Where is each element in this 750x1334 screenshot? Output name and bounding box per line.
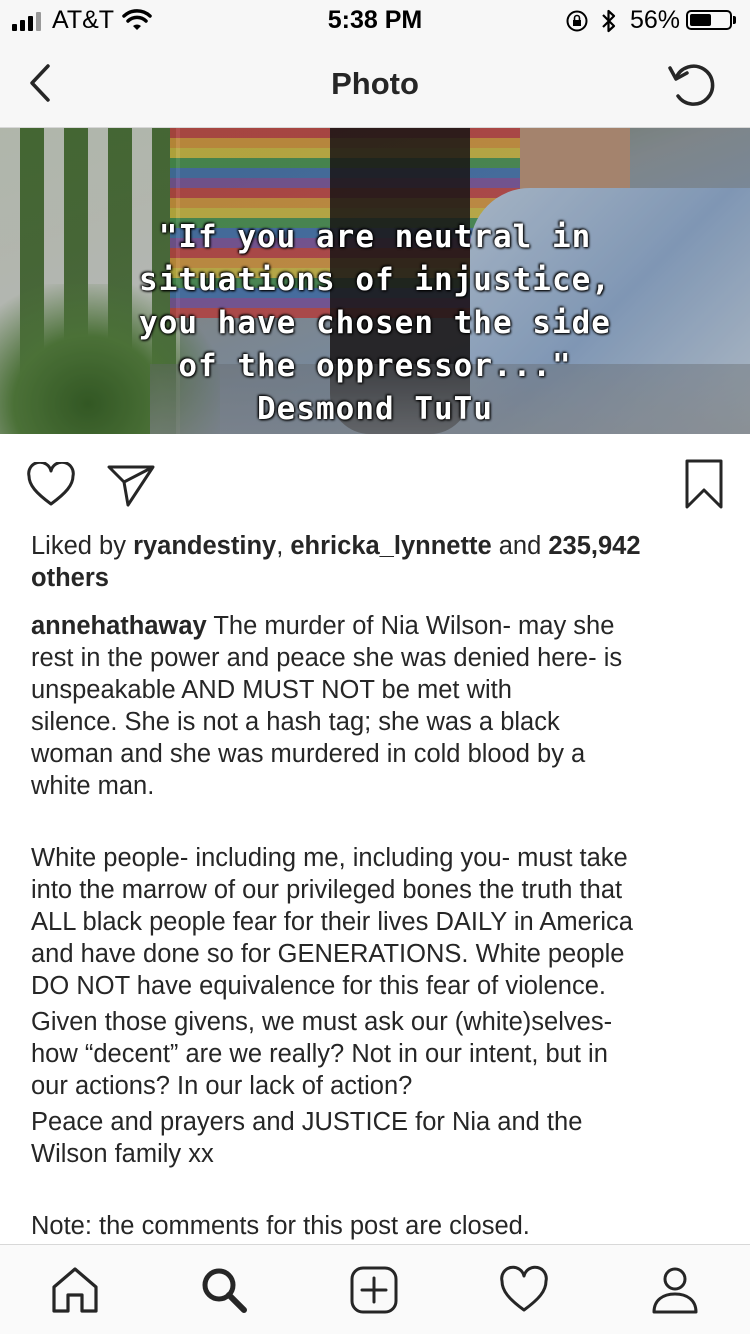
caption-text: The murder of Nia Wilson- may she xyxy=(206,612,615,640)
likes-separator: , xyxy=(276,532,291,560)
caption-line: and have done so for GENERATIONS. White … xyxy=(31,940,625,968)
profile-icon[interactable] xyxy=(650,1265,700,1315)
activity-heart-icon[interactable] xyxy=(499,1265,549,1315)
quote-attribution: Desmond TuTu xyxy=(257,391,493,427)
bookmark-icon[interactable] xyxy=(684,458,724,510)
likes-count[interactable]: 235,942 xyxy=(548,532,640,560)
battery-tip xyxy=(733,16,736,24)
action-bar xyxy=(0,434,750,534)
quote-line: situations of injustice, xyxy=(139,262,611,298)
caption-line: how “decent” are we really? Not in our i… xyxy=(31,1040,608,1068)
quote-line: of the oppressor..." xyxy=(178,348,572,384)
caption-line: rest in the power and peace she was deni… xyxy=(31,644,623,672)
rotation-lock-icon xyxy=(566,10,588,32)
caption-line: Peace and prayers and JUSTICE for Nia an… xyxy=(31,1108,583,1136)
likes-summary: Liked by ryandestiny, ehricka_lynnette a… xyxy=(31,530,731,594)
page-title: Photo xyxy=(331,66,419,101)
caption-line: ALL black people fear for their lives DA… xyxy=(31,908,633,936)
battery-percent: 56% xyxy=(630,6,681,34)
photo-quote: "If you are neutral in situations of inj… xyxy=(0,216,750,431)
add-post-icon[interactable] xyxy=(349,1265,399,1315)
post-caption: annehathaway The murder of Nia Wilson- m… xyxy=(31,610,731,1242)
caption-line: DO NOT have equivalence for this fear of… xyxy=(31,972,606,1000)
likes-and: and xyxy=(491,532,549,560)
battery-icon xyxy=(686,10,732,30)
caption-line: Wilson family xx xyxy=(31,1140,214,1168)
quote-line: "If you are neutral in xyxy=(158,219,592,255)
caption-line: unspeakable AND MUST NOT be met with xyxy=(31,676,512,704)
search-icon[interactable] xyxy=(199,1265,249,1315)
refresh-icon[interactable] xyxy=(664,56,720,112)
caption-line: white man. xyxy=(31,772,155,800)
likes-others[interactable]: others xyxy=(31,564,109,592)
liker-username[interactable]: ryandestiny xyxy=(133,532,276,560)
home-icon[interactable] xyxy=(50,1265,100,1315)
caption-line: into the marrow of our privileged bones … xyxy=(31,876,623,904)
nav-bar: Photo xyxy=(0,40,750,128)
caption-line: our actions? In our lack of action? xyxy=(31,1072,413,1100)
status-bar: AT&T 5:38 PM 56% xyxy=(0,0,750,40)
caption-line: woman and she was murdered in cold blood… xyxy=(31,740,586,768)
caption-line: Given those givens, we must ask our (whi… xyxy=(31,1008,613,1036)
tab-bar xyxy=(0,1244,750,1334)
liker-username[interactable]: ehricka_lynnette xyxy=(290,532,491,560)
author-username[interactable]: annehathaway xyxy=(31,612,207,640)
post-photo[interactable]: "If you are neutral in situations of inj… xyxy=(0,128,750,434)
send-icon[interactable] xyxy=(106,462,156,508)
likes-prefix: Liked by xyxy=(31,532,134,560)
caption-line: White people- including me, including yo… xyxy=(31,844,628,872)
caption-line: annehathaway The murder of Nia Wilson- m… xyxy=(31,610,731,642)
quote-line: you have chosen the side xyxy=(139,305,611,341)
bluetooth-icon xyxy=(602,9,616,33)
comments-closed-note: Note: the comments for this post are clo… xyxy=(31,1212,530,1240)
caption-line: silence. She is not a hash tag; she was … xyxy=(31,708,560,736)
heart-icon[interactable] xyxy=(26,462,76,508)
